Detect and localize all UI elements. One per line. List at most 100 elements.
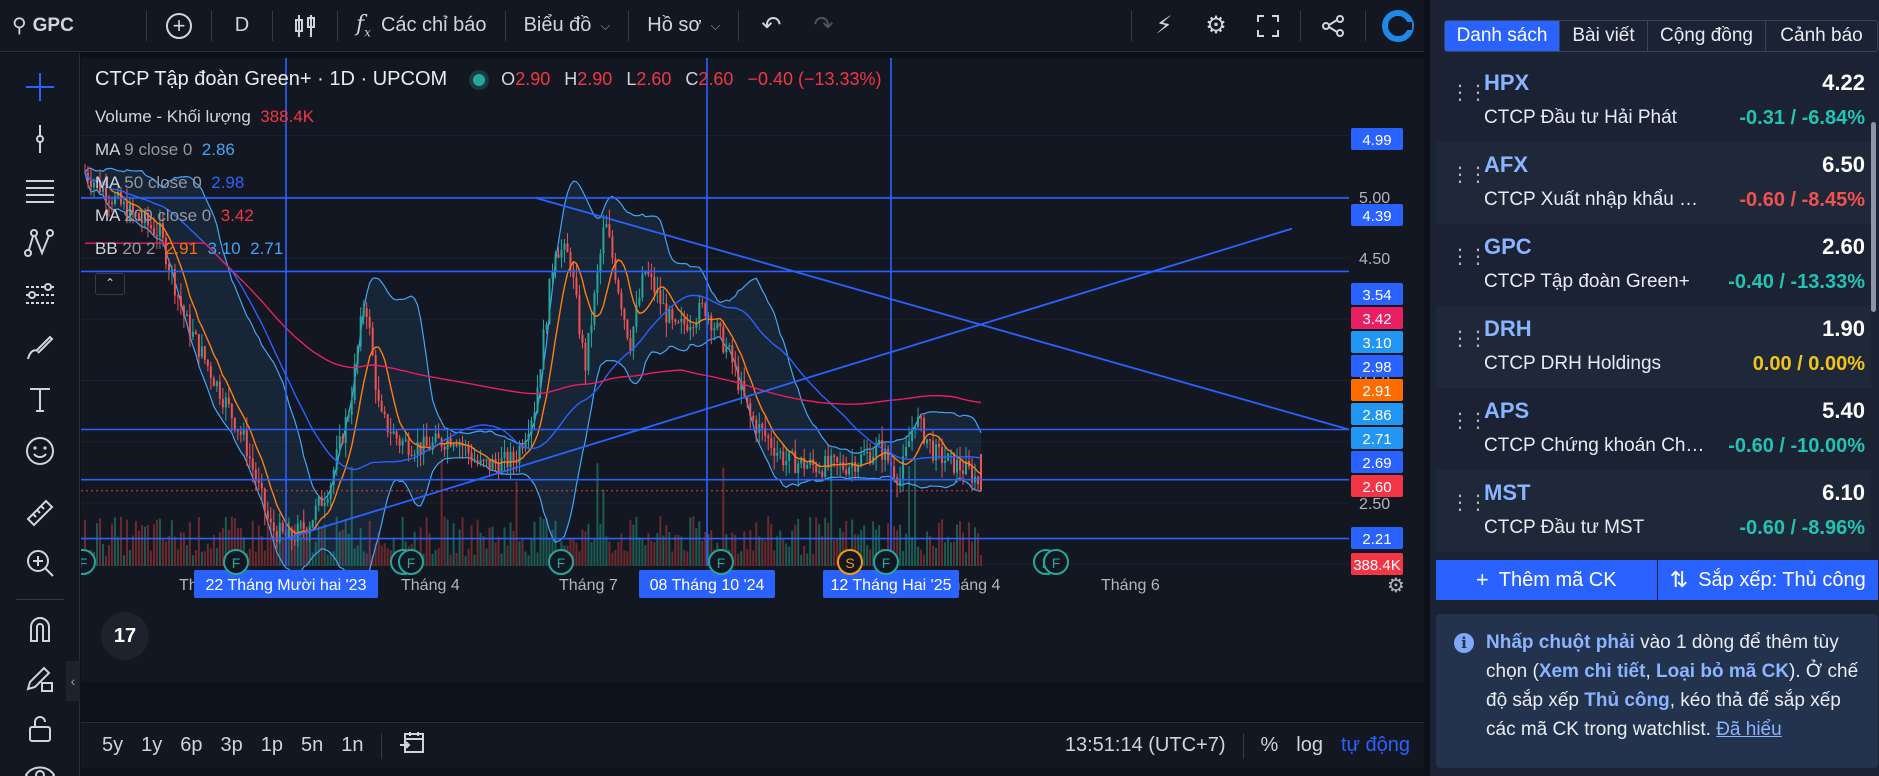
volume-bar xyxy=(452,523,455,566)
candle-body xyxy=(350,400,353,416)
chart-panel[interactable]: 5.505.004.504.003.503.002.502.00ThángThá… xyxy=(81,58,1424,682)
watchlist-row-aps[interactable]: ⋮⋮ APS 5.40 CTCP Chứng khoán Châu Á -0.6… xyxy=(1436,388,1871,470)
drag-handle-icon[interactable]: ⋮⋮ xyxy=(1450,493,1488,522)
volume-bar xyxy=(527,555,530,566)
candle-body xyxy=(728,345,731,347)
legend-ma50[interactable]: MA 50 close 0 2.98 xyxy=(95,166,314,199)
watchlist-scrollbar[interactable] xyxy=(1871,122,1876,312)
ruler-tool[interactable] xyxy=(20,493,60,533)
add-symbol-button[interactable]: + Thêm mã CK xyxy=(1436,560,1658,600)
undo-button[interactable]: ↶ xyxy=(745,0,797,52)
volume-bar xyxy=(515,481,518,566)
vertical-line-tool[interactable] xyxy=(20,119,60,159)
crosshair-tool[interactable] xyxy=(20,67,60,107)
emoji-tool[interactable] xyxy=(20,431,60,471)
candle-body xyxy=(218,381,221,400)
auto-scale-toggle[interactable]: tự động xyxy=(1332,734,1424,757)
legend-bb[interactable]: BB 20 2 2.91 3.10 2.71 xyxy=(95,232,314,265)
drag-handle-icon[interactable]: ⋮⋮ xyxy=(1450,83,1488,112)
tab-bai-viet[interactable]: Bài viết xyxy=(1560,21,1648,51)
watchlist-company: CTCP Đầu tư Hải Phát xyxy=(1484,107,1677,128)
tradingview-logo[interactable]: 17 xyxy=(101,612,149,660)
quick-action-button[interactable]: ⚡ xyxy=(1138,0,1190,52)
candle-body xyxy=(263,488,266,511)
share-button[interactable] xyxy=(1307,0,1359,52)
watchlist-row-afx[interactable]: ⋮⋮ AFX 6.50 CTCP Xuất nhập khẩu Nông sản… xyxy=(1436,142,1871,224)
forecast-tool[interactable] xyxy=(20,275,60,315)
fib-tool[interactable] xyxy=(20,171,60,211)
volume-bar xyxy=(575,542,578,566)
text-tool[interactable] xyxy=(20,379,60,419)
hide-tool[interactable] xyxy=(20,755,60,776)
pattern-tool[interactable] xyxy=(20,223,60,263)
range-1p[interactable]: 1p xyxy=(252,734,292,757)
watchlist-row-drh[interactable]: ⋮⋮ DRH 1.90 CTCP DRH Holdings 0.00 / 0.0… xyxy=(1436,306,1871,388)
sort-button[interactable]: ⇅ Sắp xếp: Thủ công xyxy=(1657,560,1878,600)
watchlist-row-mst[interactable]: ⋮⋮ MST 6.10 CTCP Đầu tư MST -0.60 / -8.9… xyxy=(1436,470,1871,552)
clock-timezone[interactable]: 13:51:14 (UTC+7) xyxy=(1056,734,1235,757)
candle-body xyxy=(452,444,455,447)
crosshair-date-label: 08 Tháng 10 '24 xyxy=(650,577,765,594)
fullscreen-button[interactable] xyxy=(1242,0,1294,52)
range-3p[interactable]: 3p xyxy=(212,734,252,757)
candle-body xyxy=(251,458,254,470)
range-6p[interactable]: 6p xyxy=(171,734,211,757)
candle-body xyxy=(758,423,761,433)
symbol-search[interactable]: ⚲ GPC xyxy=(0,0,140,52)
watchlist-row-hpx[interactable]: ⋮⋮ HPX 4.22 CTCP Đầu tư Hải Phát -0.31 /… xyxy=(1436,60,1871,142)
settings-button[interactable]: ⚙ xyxy=(1190,0,1242,52)
volume-bar xyxy=(629,519,632,566)
goto-date-button[interactable] xyxy=(390,731,434,761)
volume-bar xyxy=(251,520,254,566)
ohlc-close: 2.60 xyxy=(698,69,734,89)
redo-button[interactable]: ↷ xyxy=(797,0,849,52)
indicators-button[interactable]: fx Các chỉ báo xyxy=(344,0,499,52)
volume-bar xyxy=(623,550,626,566)
ohlc-o-label: O xyxy=(501,69,516,89)
lock-drawing-tool[interactable] xyxy=(20,659,60,699)
watchlist-row-gpc[interactable]: ⋮⋮ GPC 2.60 CTCP Tập đoàn Green+ -0.40 /… xyxy=(1436,224,1871,306)
candle-type-button[interactable] xyxy=(279,0,331,52)
legend-collapse-button[interactable]: ⌃ xyxy=(95,272,125,295)
legend-ma9[interactable]: MA 9 close 0 2.86 xyxy=(95,133,314,166)
ohlc-low: 2.60 xyxy=(636,69,672,89)
log-scale-toggle[interactable]: log xyxy=(1287,734,1332,757)
profile-menu[interactable]: Hồ sơ ⌵ xyxy=(635,0,732,52)
tab-cong-dong[interactable]: Cộng đồng xyxy=(1648,21,1766,51)
legend-volume[interactable]: Volume - Khối lượng 388.4K xyxy=(95,100,314,133)
compare-add-button[interactable]: + xyxy=(153,0,205,52)
drag-handle-icon[interactable]: ⋮⋮ xyxy=(1450,247,1488,276)
tab-danh-sach[interactable]: Danh sách xyxy=(1445,21,1560,51)
drag-handle-icon[interactable]: ⋮⋮ xyxy=(1450,329,1488,358)
drag-handle-icon[interactable]: ⋮⋮ xyxy=(1450,165,1488,194)
interval-button[interactable]: D xyxy=(218,0,266,52)
volume-bar xyxy=(806,553,809,566)
range-5y[interactable]: 5y xyxy=(93,734,132,757)
legend-ma200[interactable]: MA 200 close 0 3.42 xyxy=(95,199,314,232)
lock-tool[interactable] xyxy=(20,709,60,749)
axis-settings-icon[interactable]: ⚙ xyxy=(1387,575,1405,597)
volume-bar xyxy=(677,534,680,566)
magnet-tool[interactable] xyxy=(20,609,60,649)
range-5n[interactable]: 5n xyxy=(292,734,332,757)
candle-body xyxy=(392,431,395,434)
chart-type-menu[interactable]: Biểu đồ ⌵ xyxy=(512,0,623,52)
candle-body xyxy=(269,518,272,523)
tab-canh-bao[interactable]: Cảnh báo xyxy=(1766,21,1877,51)
range-1y[interactable]: 1y xyxy=(132,734,171,757)
drag-handle-icon[interactable]: ⋮⋮ xyxy=(1450,411,1488,440)
volume-bar xyxy=(605,536,608,566)
volume-bar xyxy=(386,548,389,566)
percent-scale-toggle[interactable]: % xyxy=(1252,734,1288,757)
brush-tool[interactable] xyxy=(20,327,60,367)
trendline-drawing[interactable] xyxy=(285,227,1293,540)
range-1n[interactable]: 1n xyxy=(332,734,372,757)
dismiss-link[interactable]: Đã hiểu xyxy=(1716,719,1782,740)
candle-body xyxy=(323,502,326,506)
volume-bar xyxy=(380,545,383,566)
zoom-tool[interactable] xyxy=(20,543,60,583)
candle-body xyxy=(878,439,881,445)
collapse-toolbar-handle[interactable]: ‹ xyxy=(66,661,80,701)
volume-bar xyxy=(935,547,938,566)
candle-body xyxy=(554,254,557,272)
